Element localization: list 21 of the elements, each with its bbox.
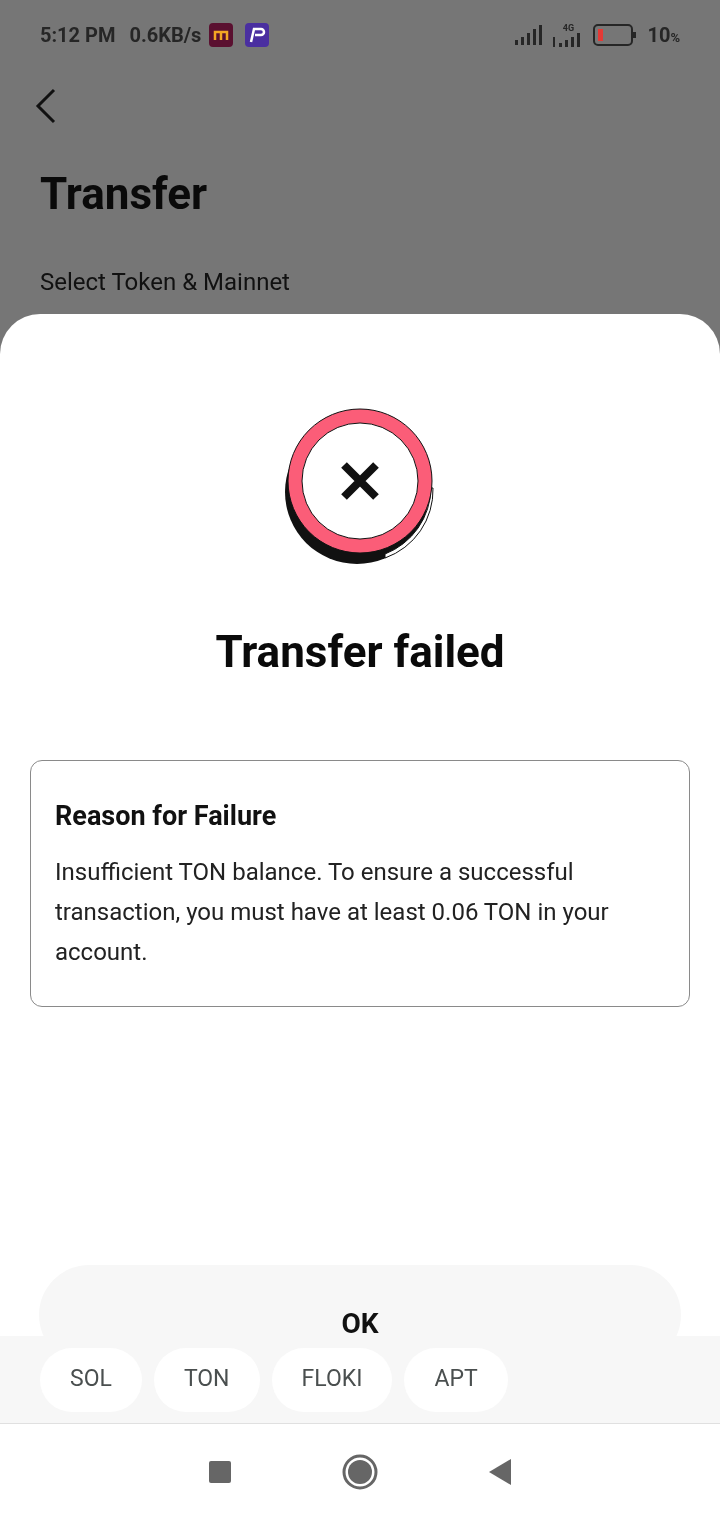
app-icon (209, 23, 234, 47)
recent-apps-icon[interactable] (208, 1460, 232, 1484)
battery-level: 10% (647, 22, 680, 49)
reason-title: Reason for Failure (55, 803, 278, 830)
battery-icon (593, 24, 638, 46)
network-type: 4G (562, 23, 575, 33)
reason-text: Insufficient TON balance. To ensure a successful transaction, you must have at least 0.06 TON in your account. (55, 857, 610, 968)
page-title: Transfer (40, 172, 209, 216)
section-label: Select Token & Mainnet (40, 270, 291, 294)
suggestion-chip[interactable]: TON (153, 1347, 260, 1412)
error-icon (285, 408, 435, 564)
status-time: 5:12 PM (40, 22, 116, 49)
back-nav-icon[interactable] (488, 1458, 512, 1486)
dialog-title: Transfer failed (215, 630, 505, 674)
network-speed: 0.6KB/s (129, 22, 202, 49)
suggestion-chip[interactable]: SOL (40, 1347, 142, 1412)
home-icon[interactable] (342, 1454, 378, 1490)
app-icon (245, 23, 270, 47)
suggestion-chip[interactable]: FLOKI (271, 1347, 393, 1412)
suggestion-chip[interactable]: APT (404, 1347, 508, 1412)
signal-icon (515, 25, 544, 45)
